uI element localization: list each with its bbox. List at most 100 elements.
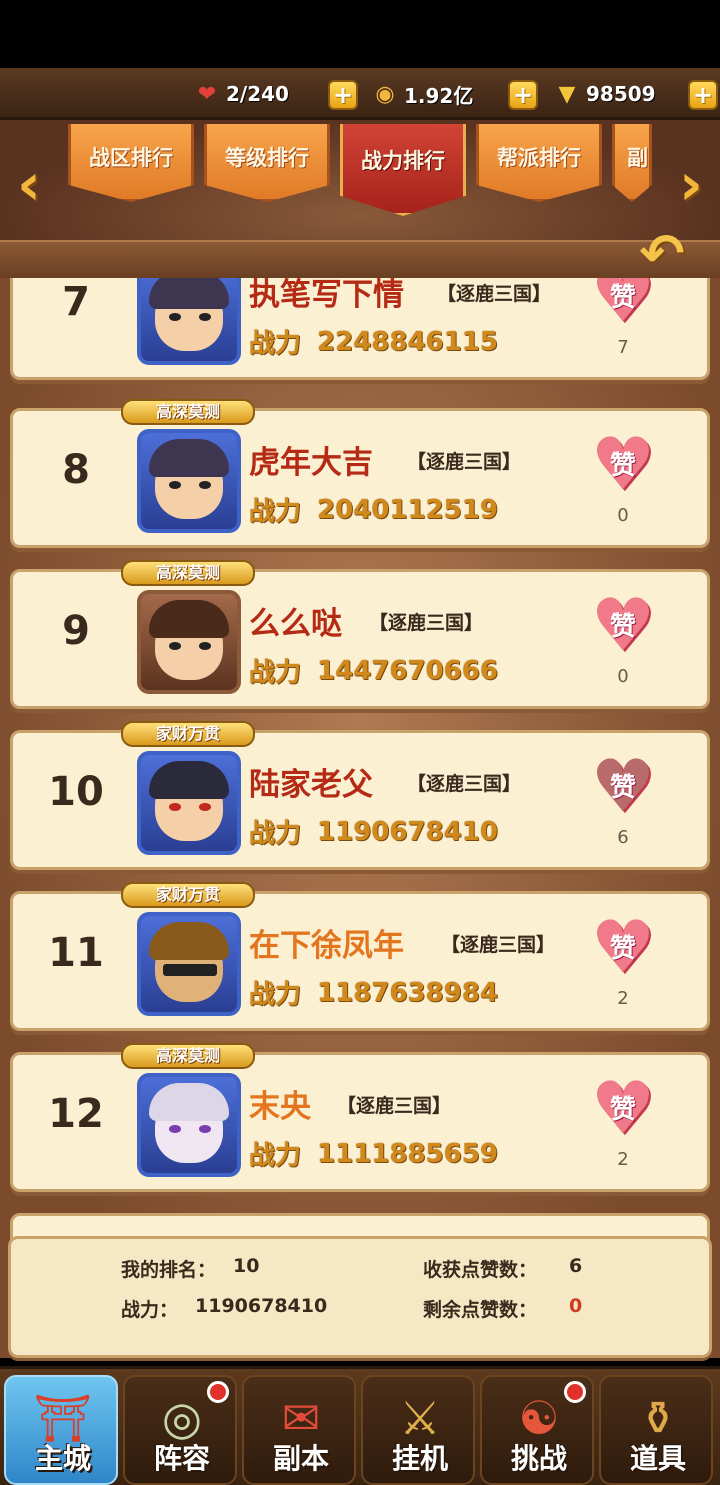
received-likes-label: 收获点赞数： [423,1259,538,1281]
avatar[interactable] [137,278,241,365]
title-badge: 家财万贯 [121,721,255,747]
avatar-eye [169,803,181,811]
power-value: 1111885659 [317,1138,498,1169]
title-badge: 家财万贯 [121,882,255,908]
rank-number: 10 [48,769,104,815]
ranking-row: 高深莫测 12 末央 【逐鹿三国】 战力 1111885659 ♥ 赞 2 [10,1043,710,1192]
avatar-eye [199,481,211,489]
avatar-eye [199,642,211,650]
like-button[interactable]: ♥ 赞 [587,428,659,500]
like-count: 0 [617,666,629,687]
like-label: 赞 [609,612,636,642]
nav-label: 道具 [629,1442,686,1475]
ranking-row: 高深莫测 8 虎年大吉 【逐鹿三国】 战力 2040112519 ♥ 赞 0 [10,399,710,548]
power-row: 战力 1190678410 [249,813,498,850]
nav-formation[interactable]: ◎ 阵容 [123,1375,237,1485]
remaining-likes-value: 0 [569,1295,583,1317]
avatar[interactable] [137,1073,241,1177]
power-label: 战力 [249,658,302,688]
nav-label: 挂机 [391,1442,448,1475]
like-count: 6 [617,827,629,848]
title-badge: 高深莫测 [121,560,255,586]
ranking-list[interactable]: 7 执笔写下情 【逐鹿三国】 战力 2248846115 ♥ 赞 7 高深莫测 … [0,278,720,1358]
resource-bar: ❤ 2/240 + ◉ 1.92亿 + ▼ 98509 + [0,68,720,120]
add-coins-button[interactable]: + [508,80,538,110]
rank-number: 7 [62,279,90,325]
notification-dot [564,1381,586,1403]
like-button[interactable]: ♥ 赞 [587,589,659,661]
coin-icon: ◉ [375,81,395,107]
tabs-left-arrow-icon[interactable]: ‹ [6,152,52,216]
add-stamina-button[interactable]: + [328,80,358,110]
player-name: 陆家老父 [249,767,373,803]
power-label: 战力 [249,329,302,359]
server-name: 【逐鹿三国】 [337,1095,452,1117]
power-label: 战力 [249,497,302,527]
my-ranking-summary: 我的排名： 10 战力： 1190678410 收获点赞数： 6 剩余点赞数： … [8,1236,712,1358]
server-name: 【逐鹿三国】 [407,451,522,473]
avatar[interactable] [137,912,241,1016]
power-row: 战力 1447670666 [249,652,498,689]
avatar[interactable] [137,429,241,533]
notification-dot [207,1381,229,1403]
avatar-eye [169,313,181,321]
rank-number: 9 [62,608,90,654]
my-power-label: 战力： [121,1299,179,1321]
player-name: 末央 [249,1089,311,1125]
like-label: 赞 [609,934,636,964]
nav-idle[interactable]: ⚔ 挂机 [361,1375,475,1485]
nav-main-city[interactable]: ⛩ 主城 [4,1375,118,1485]
like-button[interactable]: ♥ 赞 [587,1072,659,1144]
title-badge: 高深莫测 [121,399,255,425]
power-row: 战力 1111885659 [249,1135,498,1172]
ranking-row: 7 执笔写下情 【逐鹿三国】 战力 2248846115 ♥ 赞 7 [10,278,710,380]
gold-ingot-icon: ▼ [558,81,576,107]
coins-display: ◉ 1.92亿 [370,76,473,112]
nav-dungeon[interactable]: ✉ 副本 [242,1375,356,1485]
tabs-right-arrow-icon[interactable]: › [668,152,714,216]
nav-label: 阵容 [153,1442,210,1475]
status-bar [0,0,720,68]
avatar-hair [149,761,229,799]
stamina-icon: ❤ [197,81,217,107]
remaining-likes-label: 剩余点赞数： [423,1299,538,1321]
power-value: 2040112519 [317,494,498,525]
power-value: 1190678410 [317,816,498,847]
nav-challenge[interactable]: ☯ 挑战 [480,1375,594,1485]
avatar[interactable] [137,590,241,694]
power-value: 1187638984 [317,977,498,1008]
nav-label: 主城 [34,1442,91,1475]
avatar-hair [149,922,229,960]
ingots-value: 98509 [586,82,656,106]
like-count: 2 [617,988,629,1009]
server-name: 【逐鹿三国】 [441,934,556,956]
avatar-hair [149,1083,229,1121]
avatar[interactable] [137,751,241,855]
back-arrow-icon[interactable]: ↶ [624,224,700,284]
like-button[interactable]: ♥ 赞 [587,278,659,332]
like-button[interactable]: ♥ 赞 [587,750,659,822]
like-count: 2 [617,1149,629,1170]
rank-number: 12 [48,1091,104,1137]
nav-items[interactable]: ⚱ 道具 [599,1375,713,1485]
like-label: 赞 [609,283,636,313]
my-rank-label: 我的排名： [121,1259,217,1281]
add-ingots-button[interactable]: + [688,80,718,110]
avatar-hair [149,278,229,309]
avatar-hair [149,600,229,638]
avatar-hair [149,439,229,477]
server-name: 【逐鹿三国】 [437,283,552,305]
ranking-row: 家财万贯 11 在下徐凤年 【逐鹿三国】 战力 1187638984 ♥ 赞 2 [10,882,710,1031]
power-label: 战力 [249,980,302,1010]
like-button[interactable]: ♥ 赞 [587,911,659,983]
avatar-eye [169,1125,181,1133]
my-rank-value: 10 [233,1255,260,1277]
power-row: 战力 1187638984 [249,974,498,1011]
ranking-row: 高深莫测 9 么么哒 【逐鹿三国】 战力 1447670666 ♥ 赞 0 [10,560,710,709]
like-count: 0 [617,505,629,526]
my-power-value: 1190678410 [195,1295,328,1317]
title-badge: 高深莫测 [121,1043,255,1069]
like-count: 7 [617,337,629,358]
power-label: 战力 [249,1141,302,1171]
sunglasses-icon [163,964,217,976]
